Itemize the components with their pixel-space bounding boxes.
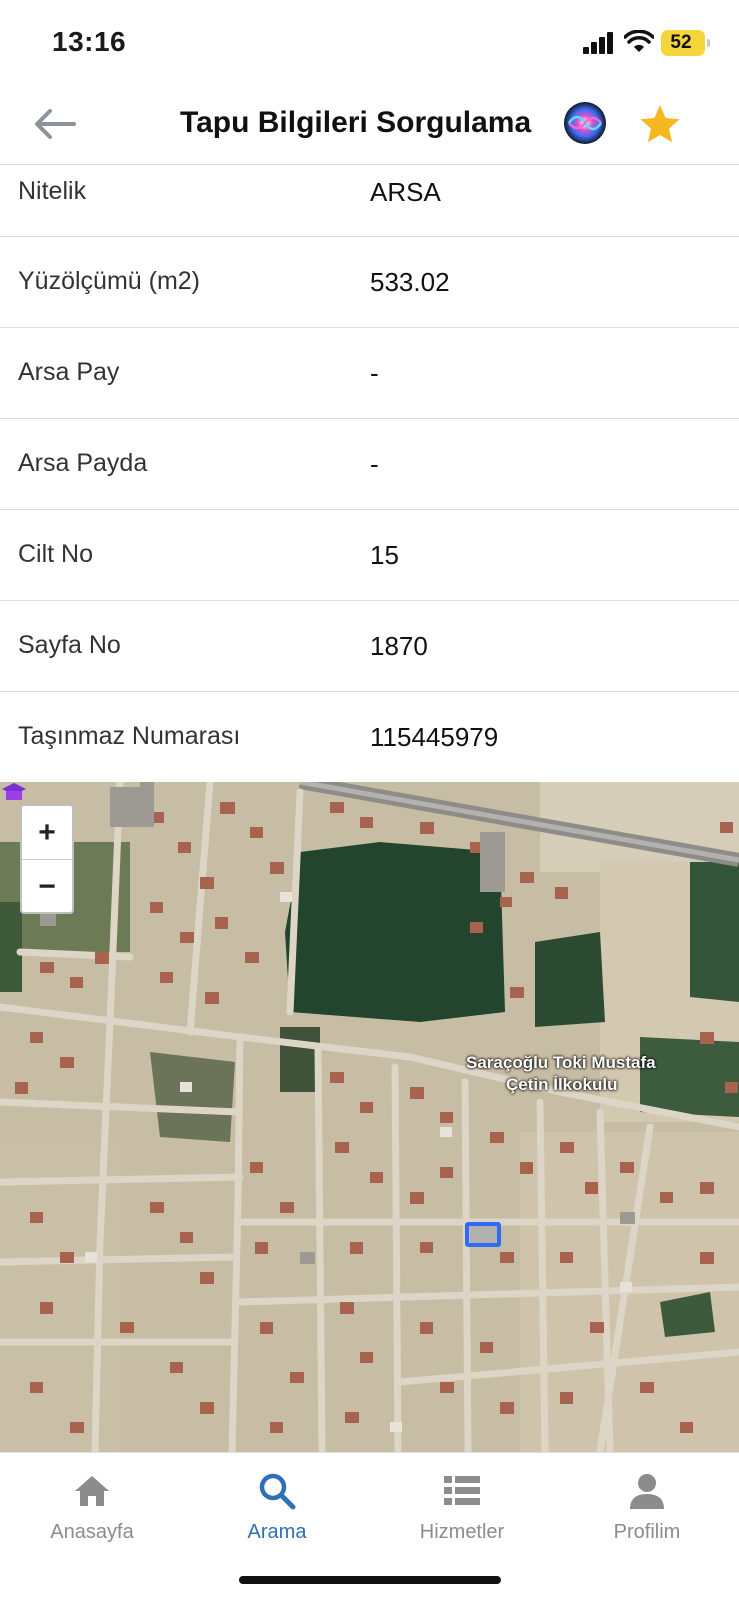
info-value: 115445979 bbox=[370, 722, 499, 752]
info-label: Cilt No bbox=[18, 540, 94, 568]
info-value: 533.02 bbox=[370, 267, 450, 297]
info-value: ARSA bbox=[370, 177, 441, 207]
info-row-nitelik: Nitelik ARSA bbox=[0, 165, 739, 237]
info-label: Nitelik bbox=[18, 177, 87, 205]
parcel-highlight[interactable] bbox=[465, 1222, 501, 1247]
tab-profilim[interactable]: Profilim bbox=[572, 1465, 722, 1555]
status-time: 13:16 bbox=[52, 26, 127, 57]
tab-label: Anasayfa bbox=[50, 1521, 134, 1543]
wifi-icon bbox=[624, 30, 654, 52]
info-value: 1870 bbox=[370, 631, 428, 661]
info-row-cilt-no: Cilt No 15 bbox=[0, 510, 739, 601]
tab-anasayfa[interactable]: Anasayfa bbox=[17, 1465, 167, 1555]
favorite-star-icon[interactable] bbox=[638, 102, 682, 146]
school-icon[interactable] bbox=[0, 782, 28, 802]
info-value: - bbox=[370, 358, 379, 388]
zoom-in-button[interactable]: + bbox=[22, 806, 72, 860]
info-row-tasinmaz-numarasi: Taşınmaz Numarası 115445979 bbox=[0, 692, 739, 782]
back-arrow-icon[interactable] bbox=[28, 104, 82, 144]
poi-school-label[interactable]: Saraçoğlu Toki Mustafa Çetin İlkokulu bbox=[466, 1052, 656, 1096]
status-bar: 13:16 52 bbox=[0, 0, 739, 86]
poi-label-line2: Çetin İlkokulu bbox=[506, 1075, 618, 1094]
home-indicator bbox=[239, 1576, 501, 1584]
tab-hizmetler[interactable]: Hizmetler bbox=[387, 1465, 537, 1555]
info-label: Taşınmaz Numarası bbox=[18, 722, 241, 750]
info-row-sayfa-no: Sayfa No 1870 bbox=[0, 601, 739, 692]
siri-icon[interactable] bbox=[563, 101, 607, 145]
info-row-arsa-payda: Arsa Payda - bbox=[0, 419, 739, 510]
tab-arama[interactable]: Arama bbox=[202, 1465, 352, 1555]
page-title: Tapu Bilgileri Sorgulama bbox=[180, 106, 532, 139]
profile-icon bbox=[630, 1474, 664, 1509]
info-value: - bbox=[370, 449, 379, 479]
map-imagery bbox=[0, 782, 739, 1452]
list-icon bbox=[444, 1476, 480, 1505]
battery-icon: 52 bbox=[661, 30, 710, 56]
satellite-map[interactable]: + − Saraçoğlu Toki Mustafa Çetin İlkokul… bbox=[0, 782, 739, 1452]
tab-label: Arama bbox=[247, 1521, 307, 1543]
info-row-arsa-pay: Arsa Pay - bbox=[0, 328, 739, 419]
tab-label: Hizmetler bbox=[419, 1521, 505, 1543]
search-icon bbox=[259, 1473, 296, 1510]
battery-level: 52 bbox=[670, 32, 692, 53]
zoom-out-button[interactable]: − bbox=[22, 860, 72, 913]
cellular-signal-icon bbox=[583, 32, 615, 54]
map-zoom-control: + − bbox=[20, 804, 74, 914]
home-icon bbox=[75, 1476, 109, 1506]
info-label: Arsa Payda bbox=[18, 449, 148, 477]
info-value: 15 bbox=[370, 540, 399, 570]
info-label: Arsa Pay bbox=[18, 358, 120, 386]
info-label: Sayfa No bbox=[18, 631, 121, 659]
poi-label-line1: Saraçoğlu Toki Mustafa bbox=[466, 1053, 656, 1072]
app-header: Tapu Bilgileri Sorgulama bbox=[0, 86, 739, 165]
tab-label: Profilim bbox=[613, 1521, 681, 1543]
info-row-yuzolcumu: Yüzölçümü (m2) 533.02 bbox=[0, 237, 739, 328]
info-label: Yüzölçümü (m2) bbox=[18, 267, 200, 295]
